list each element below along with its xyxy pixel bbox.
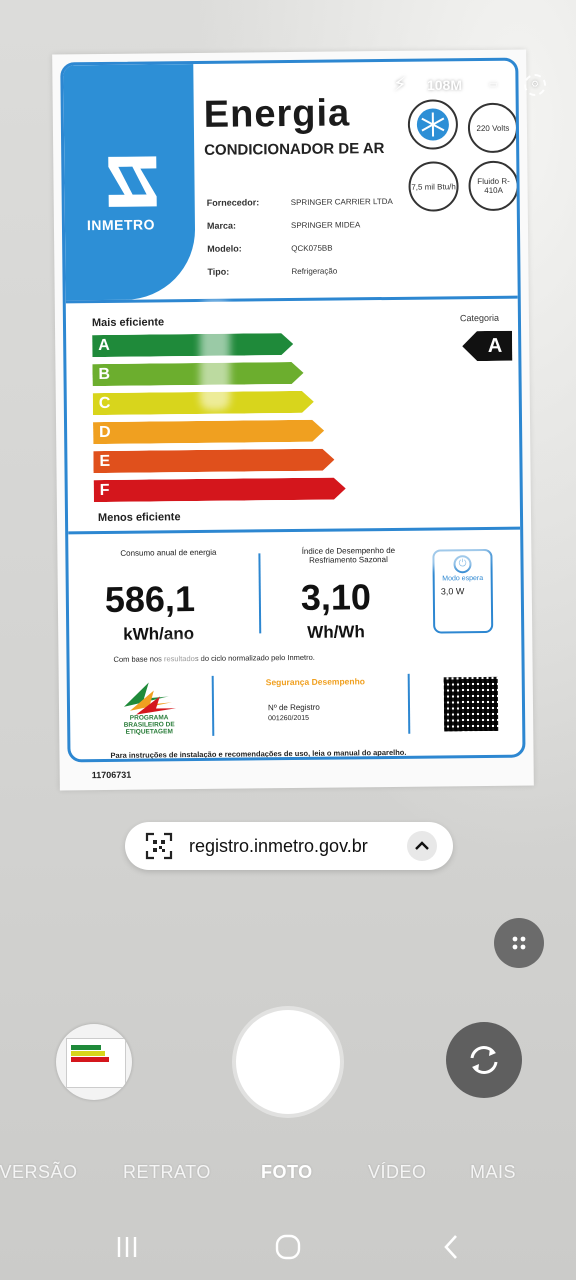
standby-label: Modo espera — [442, 575, 484, 583]
label-subtitle: CONDICIONADOR DE AR — [204, 140, 385, 159]
spec-value: Refrigeração — [291, 266, 338, 277]
chevron-up-icon[interactable] — [407, 831, 437, 861]
efficiency-bar-f: F — [94, 477, 346, 502]
section-divider — [68, 526, 521, 535]
spec-key: Fornecedor: — [206, 197, 260, 208]
vertical-divider — [211, 675, 215, 736]
home-icon[interactable] — [272, 1234, 304, 1260]
camera-top-bar: ⚡ 108M ▭ ⚙ — [393, 72, 546, 97]
register-number: 001260/2015 — [268, 714, 310, 723]
capacity-badge: 7,5 mil Btu/h — [408, 161, 459, 212]
inmetro-logo-icon — [108, 156, 157, 207]
spec-key: Marca: — [206, 220, 237, 231]
less-efficient-label: Menos eficiente — [97, 511, 181, 525]
spec-row: Fornecedor: SPRINGER CARRIER LTDA — [207, 190, 393, 215]
glare-reflection — [420, 540, 490, 568]
efficiency-bar-b: B — [92, 362, 303, 386]
glare-reflection — [420, 370, 500, 400]
mode-selector: IVERSÃO RETRATO FOTO VÍDEO MAIS — [0, 1162, 576, 1190]
mode-item-active[interactable]: FOTO — [261, 1162, 313, 1183]
spec-key: Modelo: — [207, 243, 242, 254]
more-efficient-label: Mais eficiente — [91, 316, 165, 330]
qr-focus-frame — [432, 672, 504, 742]
cycle-note: Com base nos resultados do ciclo normali… — [113, 652, 315, 664]
settings-icon[interactable]: ⚙ — [524, 73, 546, 96]
recent-apps-icon[interactable] — [112, 1234, 142, 1260]
resolution-label[interactable]: 108M — [427, 77, 462, 93]
idrs-unit: Wh/Wh — [307, 622, 365, 642]
program-logo-text: PROGRAMA BRASILEIRO DE ETIQUETAGEM — [123, 714, 175, 736]
system-navbar — [0, 1212, 576, 1280]
shutter-button[interactable] — [236, 1010, 340, 1114]
standby-value: 3,0 W — [440, 586, 465, 597]
vertical-divider — [258, 553, 262, 634]
safety-text: Segurança Desempenho — [265, 676, 365, 688]
idrs-label: Índice de Desempenho de Resfriamento Saz… — [301, 545, 396, 565]
gallery-thumbnail[interactable] — [56, 1024, 132, 1100]
voltage-badge: 220 Volts — [467, 102, 519, 154]
category-arrow: A — [462, 331, 512, 362]
mode-item[interactable]: RETRATO — [123, 1162, 211, 1183]
spec-value: SPRINGER MIDEA — [290, 220, 361, 231]
consumption-value: 586,1 — [104, 578, 196, 620]
mode-item[interactable]: IVERSÃO — [0, 1162, 78, 1183]
qr-result-pill[interactable]: registro.inmetro.gov.br — [125, 822, 453, 870]
thumbnail-image — [66, 1038, 126, 1088]
mode-item[interactable]: MAIS — [470, 1162, 516, 1183]
spec-row: Tipo: Refrigeração — [207, 259, 393, 284]
mode-item[interactable]: VÍDEO — [368, 1162, 427, 1183]
glare-reflection — [160, 640, 200, 700]
idrs-value: 3,10 — [300, 576, 372, 618]
spec-list: Fornecedor: SPRINGER CARRIER LTDA Marca: S… — [207, 190, 394, 284]
more-options-button[interactable] — [494, 918, 544, 968]
flash-off-icon[interactable]: ⚡ — [393, 72, 407, 97]
spec-key: Tipo: — [207, 266, 230, 277]
category-label: Categoria — [459, 312, 500, 324]
instructions-text: Para instruções de instalação e recomend… — [110, 747, 407, 760]
efficiency-bar-e: E — [93, 449, 334, 474]
qr-scan-icon — [145, 832, 173, 860]
grid-dots-icon — [512, 936, 526, 950]
switch-camera-button[interactable] — [446, 1022, 522, 1098]
spec-row: Marca: SPRINGER MIDEA — [207, 213, 393, 238]
label-title: Energia — [203, 92, 351, 136]
spec-value: QCK075BB — [291, 243, 333, 254]
spec-row: Modelo: QCK075BB — [207, 236, 393, 261]
serial-number: 11706731 — [91, 769, 132, 781]
back-icon[interactable] — [436, 1234, 466, 1260]
register-label: Nº de Registro — [267, 702, 320, 713]
inmetro-panel: INMETRO — [63, 64, 196, 301]
refrigerant-badge: Fluido R-410A — [468, 160, 519, 212]
energy-label-frame: INMETRO Energia CONDICIONADOR DE AR Forn… — [60, 57, 526, 763]
efficiency-bar-a: A — [92, 333, 293, 357]
snowflake-icon — [407, 99, 459, 150]
glare-reflection — [200, 300, 230, 410]
qr-url-text[interactable]: registro.inmetro.gov.br — [189, 836, 407, 857]
consumption-label: Consumo anual de energia — [120, 547, 217, 558]
ratio-icon[interactable]: ▭ — [482, 73, 504, 96]
camera-flip-icon — [470, 1046, 498, 1074]
vertical-divider — [407, 673, 411, 734]
inmetro-logo-text: INMETRO — [86, 216, 156, 234]
spec-value: SPRINGER CARRIER LTDA — [290, 196, 393, 208]
efficiency-bar-d: D — [93, 420, 324, 444]
